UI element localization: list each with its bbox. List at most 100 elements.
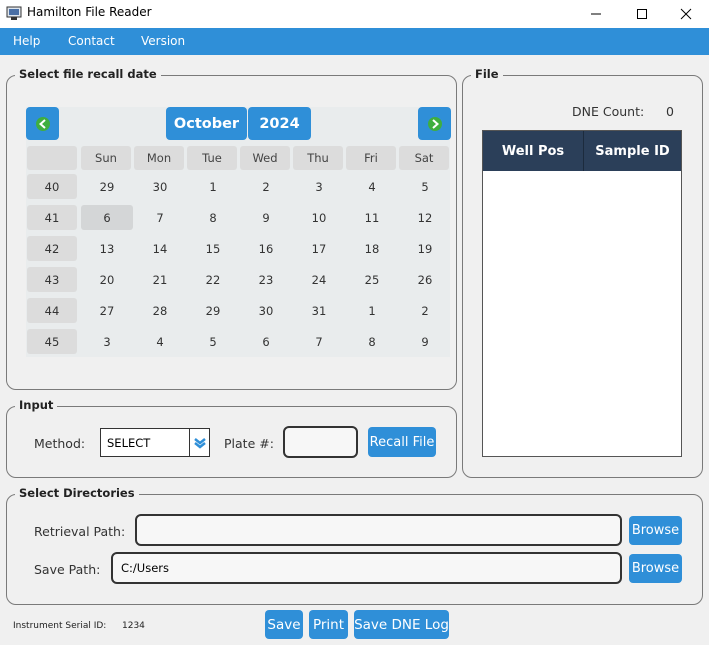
calendar-day[interactable]: 7: [134, 205, 186, 230]
week-number: 43: [27, 267, 77, 292]
title-bar: Hamilton File Reader: [0, 0, 709, 28]
plate-label: Plate #:: [224, 436, 274, 451]
save-button[interactable]: Save: [265, 610, 303, 639]
next-month-button[interactable]: [418, 107, 451, 140]
calendar-day[interactable]: 5: [187, 329, 239, 354]
arrow-left-icon: [35, 116, 50, 131]
calendar-day[interactable]: 18: [346, 236, 398, 261]
week-number: 45: [27, 329, 77, 354]
calendar-day[interactable]: 25: [346, 267, 398, 292]
save-dne-log-button[interactable]: Save DNE Log: [354, 610, 449, 639]
maximize-button[interactable]: [619, 0, 665, 28]
save-path-label: Save Path:: [34, 562, 101, 577]
calendar-day[interactable]: 6: [81, 205, 133, 230]
week-number: 40: [27, 174, 77, 199]
minimize-icon: [591, 13, 601, 15]
directories-group: Select Directories: [6, 486, 703, 605]
calendar-day[interactable]: 4: [134, 329, 186, 354]
calendar-day[interactable]: 21: [134, 267, 186, 292]
calendar-day[interactable]: 29: [81, 174, 133, 199]
close-icon: [680, 8, 692, 20]
calendar-day[interactable]: 9: [399, 329, 451, 354]
well-sample-table[interactable]: Well Pos Sample ID: [482, 130, 682, 457]
calendar-day[interactable]: 2: [240, 174, 292, 199]
window-title: Hamilton File Reader: [27, 5, 152, 19]
calendar-day[interactable]: 9: [240, 205, 292, 230]
calendar-day[interactable]: 13: [81, 236, 133, 261]
calendar-day[interactable]: 6: [240, 329, 292, 354]
calendar-day[interactable]: 10: [293, 205, 345, 230]
recall-date-group-label: Select file recall date: [15, 67, 161, 81]
menu-contact[interactable]: Contact: [68, 34, 115, 48]
retrieval-path-label: Retrieval Path:: [34, 524, 126, 539]
input-group-label: Input: [15, 398, 58, 412]
menu-help[interactable]: Help: [13, 34, 40, 48]
save-path-input[interactable]: C:/Users: [111, 552, 622, 584]
calendar-day[interactable]: 16: [240, 236, 292, 261]
calendar-day[interactable]: 12: [399, 205, 451, 230]
calendar-day[interactable]: 30: [134, 174, 186, 199]
month-selector[interactable]: October: [166, 107, 247, 140]
calendar-day[interactable]: 23: [240, 267, 292, 292]
arrow-right-icon: [427, 116, 442, 131]
week-number: 42: [27, 236, 77, 261]
calendar-day[interactable]: 5: [399, 174, 451, 199]
method-dropdown-button[interactable]: [189, 429, 210, 456]
calendar-day[interactable]: 17: [293, 236, 345, 261]
year-selector[interactable]: 2024: [248, 107, 311, 140]
week-number: 41: [27, 205, 77, 230]
menu-version[interactable]: Version: [141, 34, 185, 48]
day-header-sat: Sat: [399, 146, 449, 170]
calendar-day[interactable]: 7: [293, 329, 345, 354]
calendar-day[interactable]: 20: [81, 267, 133, 292]
calendar-day[interactable]: 26: [399, 267, 451, 292]
calendar-day[interactable]: 22: [187, 267, 239, 292]
retrieval-browse-button[interactable]: Browse: [629, 516, 682, 545]
plate-input[interactable]: [283, 426, 358, 458]
calendar-day[interactable]: 11: [346, 205, 398, 230]
calendar-day[interactable]: 29: [187, 298, 239, 323]
calendar-day[interactable]: 2: [399, 298, 451, 323]
calendar-day[interactable]: 19: [399, 236, 451, 261]
calendar-day[interactable]: 14: [134, 236, 186, 261]
method-select-value: SELECT: [107, 436, 151, 450]
minimize-button[interactable]: [573, 0, 619, 28]
print-button[interactable]: Print: [309, 610, 348, 639]
dne-count-value: 0: [666, 104, 674, 119]
file-group-label: File: [471, 67, 503, 81]
calendar-day[interactable]: 4: [346, 174, 398, 199]
app-icon: [6, 6, 22, 20]
column-header-well-pos[interactable]: Well Pos: [483, 131, 584, 171]
calendar-day[interactable]: 3: [293, 174, 345, 199]
week-number: 44: [27, 298, 77, 323]
dne-count-label: DNE Count:: [572, 104, 645, 119]
calendar-day[interactable]: 31: [293, 298, 345, 323]
day-header-tue: Tue: [187, 146, 237, 170]
day-header-sun: Sun: [81, 146, 131, 170]
day-header-thu: Thu: [293, 146, 343, 170]
calendar-day[interactable]: 8: [346, 329, 398, 354]
calendar-day[interactable]: 15: [187, 236, 239, 261]
calendar: October 2024 Sun Mon Tue Wed Thu Fri Sat…: [26, 107, 451, 357]
method-select[interactable]: SELECT: [100, 428, 210, 457]
recall-file-button[interactable]: Recall File: [368, 427, 436, 457]
close-button[interactable]: [663, 0, 709, 28]
serial-id-value: 1234: [122, 621, 145, 631]
calendar-day[interactable]: 24: [293, 267, 345, 292]
prev-month-button[interactable]: [26, 107, 59, 140]
calendar-day[interactable]: 1: [187, 174, 239, 199]
day-header-fri: Fri: [346, 146, 396, 170]
calendar-day[interactable]: 8: [187, 205, 239, 230]
save-browse-button[interactable]: Browse: [629, 554, 682, 583]
calendar-day[interactable]: 3: [81, 329, 133, 354]
calendar-day[interactable]: 30: [240, 298, 292, 323]
week-number-header: [27, 146, 77, 170]
calendar-day[interactable]: 1: [346, 298, 398, 323]
calendar-day[interactable]: 28: [134, 298, 186, 323]
serial-id-label: Instrument Serial ID:: [13, 621, 107, 631]
calendar-day[interactable]: 27: [81, 298, 133, 323]
chevron-down-icon: [194, 437, 206, 449]
retrieval-path-input[interactable]: [135, 514, 622, 546]
table-header: Well Pos Sample ID: [483, 131, 681, 171]
column-header-sample-id[interactable]: Sample ID: [584, 131, 681, 171]
